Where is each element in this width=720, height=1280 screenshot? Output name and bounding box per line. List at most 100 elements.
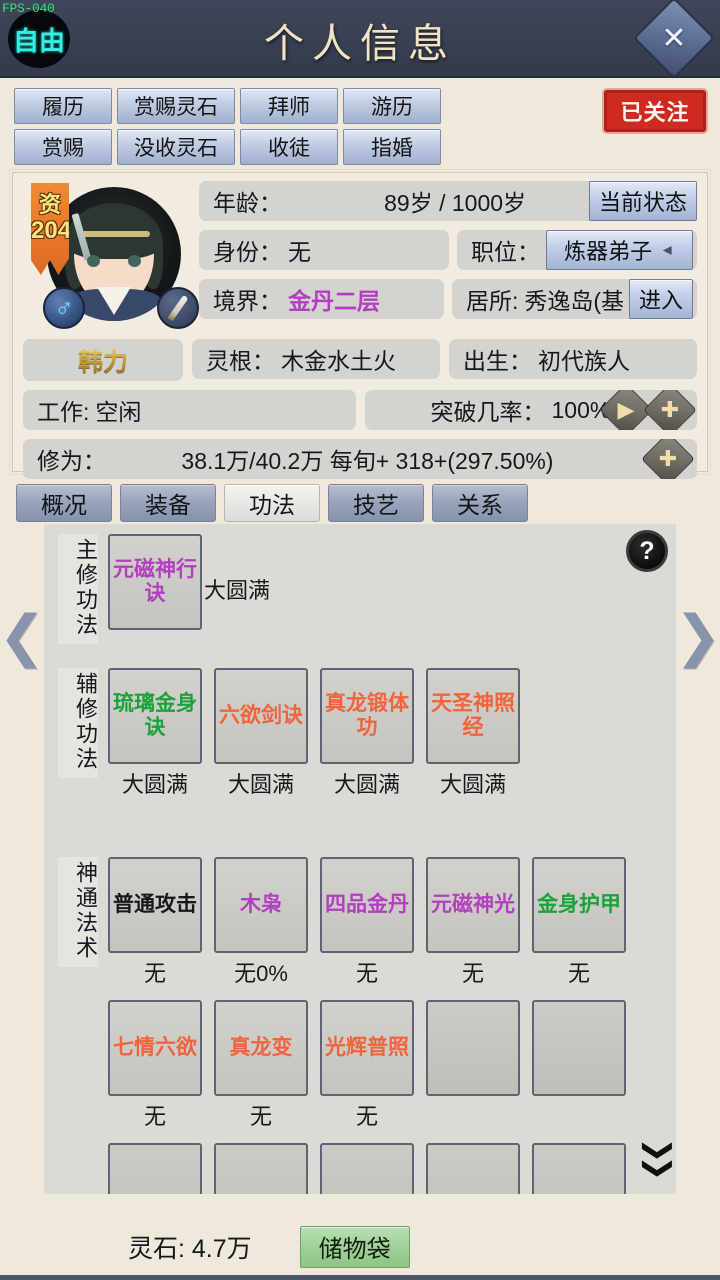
aux-technique-slot: 六欲剑诀 大圆满 xyxy=(214,668,308,799)
plus-icon: ✚ xyxy=(658,446,678,471)
chevron-right-icon[interactable]: ❯ xyxy=(675,608,720,666)
art-card[interactable]: 真龙变 xyxy=(214,1000,308,1096)
art-level: 无 xyxy=(143,1104,166,1129)
technique-panel: ❮ ❯ ? 主修功法 元磁神行诀 大圆满 辅修功法 琉璃金身诀 大圆满 六欲剑诀… xyxy=(0,524,720,1194)
art-level: 无0% xyxy=(234,961,288,986)
action-button-grant-stones[interactable]: 赏赐灵石 xyxy=(117,88,235,124)
info-top-section: 资 204 ♂ 年龄： 89岁 / 1000岁 当前状态 身份： 无 职位： 炼… xyxy=(23,181,697,331)
work-pill: 工作: 空闲 xyxy=(23,390,356,430)
tab-equipment[interactable]: 装备 xyxy=(120,484,216,522)
cultivation-add-button[interactable]: ✚ xyxy=(641,439,695,479)
action-button-take-disciple[interactable]: 收徒 xyxy=(240,129,338,165)
art-slot xyxy=(532,1143,626,1194)
art-card-empty[interactable] xyxy=(426,1000,520,1096)
art-card-empty[interactable] xyxy=(426,1143,520,1194)
art-slot: 四品金丹 无 xyxy=(320,857,414,988)
close-button[interactable]: ✕ xyxy=(632,0,716,80)
cultivation-label: 修为： xyxy=(37,448,106,474)
art-card[interactable]: 元磁神光 xyxy=(426,857,520,953)
action-button-seek-master[interactable]: 拜师 xyxy=(240,88,338,124)
tab-relations[interactable]: 关系 xyxy=(432,484,528,522)
tab-techniques[interactable]: 功法 xyxy=(224,484,320,522)
work-value: 空闲 xyxy=(95,399,142,425)
art-level: 无 xyxy=(355,961,378,986)
action-button-arrange-marriage[interactable]: 指婚 xyxy=(343,129,441,165)
sword-icon[interactable] xyxy=(157,287,199,329)
art-card-empty[interactable] xyxy=(214,1143,308,1194)
fps-counter: FPS-040 xyxy=(2,1,55,16)
residence-value: 秀逸岛(基 xyxy=(524,288,625,314)
close-x-icon: ✕ xyxy=(661,21,687,55)
tab-skills[interactable]: 技艺 xyxy=(328,484,424,522)
avatar-area: 资 204 ♂ xyxy=(23,181,199,331)
art-card[interactable]: 木枭 xyxy=(214,857,308,953)
storage-bag-button[interactable]: 储物袋 xyxy=(299,1225,410,1268)
main-technique-cards: 元磁神行诀 xyxy=(98,534,202,630)
aux-technique-slot: 琉璃金身诀 大圆满 xyxy=(108,668,202,799)
breakthrough-actions: ▶ ✚ xyxy=(599,390,697,430)
name-root-birth-row: 韩力 灵根： 木金水土火 出生： 初代族人 xyxy=(23,339,697,381)
art-card-empty[interactable] xyxy=(320,1143,414,1194)
footer-bar: 灵石: 4.7万 储物袋 xyxy=(0,1218,720,1280)
art-card[interactable]: 光辉普照 xyxy=(320,1000,414,1096)
art-slot: 真龙变 无 xyxy=(214,1000,308,1131)
art-card[interactable]: 金身护甲 xyxy=(532,857,626,953)
realm-residence-row: 境界： 金丹二层 居所: 秀逸岛(基 进入 xyxy=(199,279,697,319)
action-button-resume[interactable]: 履历 xyxy=(14,88,112,124)
art-level: 无 xyxy=(249,1104,272,1129)
identity-pill: 身份： 无 xyxy=(199,230,449,270)
page-title: 个人信息 xyxy=(264,21,456,66)
breakthrough-label: 突破几率： xyxy=(430,399,546,425)
tab-overview[interactable]: 概况 xyxy=(16,484,112,522)
technique-level: 大圆满 xyxy=(333,772,400,797)
technique-scroll-area[interactable]: ? 主修功法 元磁神行诀 大圆满 辅修功法 琉璃金身诀 大圆满 六欲剑诀 大圆满… xyxy=(44,524,676,1194)
enter-residence-button[interactable]: 进入 xyxy=(628,279,693,319)
aux-technique-section: 辅修功法 琉璃金身诀 大圆满 六欲剑诀 大圆满 真龙锻体功 大圆满 天圣神照经 … xyxy=(44,668,676,799)
art-slot xyxy=(214,1143,308,1194)
title-bar: FPS-040 自由 个人信息 ✕ xyxy=(0,0,720,80)
art-slot: 金身护甲 无 xyxy=(532,857,626,988)
age-label: 年龄： xyxy=(213,190,282,216)
spirit-root-pill: 灵根： 木金水土火 xyxy=(192,339,440,379)
breakthrough-pill: 突破几率： 100% ▶ ✚ xyxy=(364,390,697,430)
question-mark-icon[interactable]: ? xyxy=(626,530,668,572)
character-name-pill[interactable]: 韩力 xyxy=(23,339,183,381)
technique-card[interactable]: 元磁神行诀 xyxy=(108,534,202,630)
art-slot: 七情六欲 无 xyxy=(108,1000,202,1131)
action-button-travel[interactable]: 游历 xyxy=(343,88,441,124)
position-value: 炼器弟子 xyxy=(564,239,653,264)
technique-level: 大圆满 xyxy=(439,772,506,797)
play-button[interactable]: ▶ xyxy=(599,390,653,430)
art-card-empty[interactable] xyxy=(532,1143,626,1194)
male-icon[interactable]: ♂ xyxy=(43,287,85,329)
cultivation-actions: ✚ xyxy=(641,439,695,479)
technique-card[interactable]: 琉璃金身诀 xyxy=(108,668,202,764)
birth-value: 初代族人 xyxy=(538,348,630,374)
art-level: 无 xyxy=(355,1104,378,1129)
avatar-headband xyxy=(78,231,150,237)
follow-status-stamp[interactable]: 已关注 xyxy=(604,90,706,132)
action-button-reward[interactable]: 赏赐 xyxy=(14,129,112,165)
art-card[interactable]: 四品金丹 xyxy=(320,857,414,953)
spirit-root-value: 木金水土火 xyxy=(281,348,396,374)
spirit-root-label: 灵根： xyxy=(206,348,275,374)
sword-blade-shape xyxy=(167,294,189,322)
identity-value: 无 xyxy=(288,239,311,265)
action-row-2: 赏赐 没收灵石 收徒 指婚 xyxy=(14,129,720,165)
action-button-confiscate-stones[interactable]: 没收灵石 xyxy=(117,129,235,165)
technique-card[interactable]: 六欲剑诀 xyxy=(214,668,308,764)
art-card[interactable]: 普通攻击 xyxy=(108,857,202,953)
arts-section-label: 神通法术 xyxy=(58,857,98,967)
art-card[interactable]: 七情六欲 xyxy=(108,1000,202,1096)
position-select[interactable]: 炼器弟子 ▼ xyxy=(546,230,693,270)
resource-badge-label: 资 xyxy=(38,192,61,217)
art-card-empty[interactable] xyxy=(532,1000,626,1096)
technique-card[interactable]: 天圣神照经 xyxy=(426,668,520,764)
position-pill: 职位： 炼器弟子 ▼ xyxy=(457,230,697,270)
current-status-button[interactable]: 当前状态 xyxy=(588,181,697,221)
art-card-empty[interactable] xyxy=(108,1143,202,1194)
chevron-double-down-icon[interactable]: ❯ ❯ xyxy=(642,1138,675,1182)
chevron-left-icon[interactable]: ❮ xyxy=(0,608,45,666)
technique-card[interactable]: 真龙锻体功 xyxy=(320,668,414,764)
breakthrough-add-button[interactable]: ✚ xyxy=(643,390,697,430)
